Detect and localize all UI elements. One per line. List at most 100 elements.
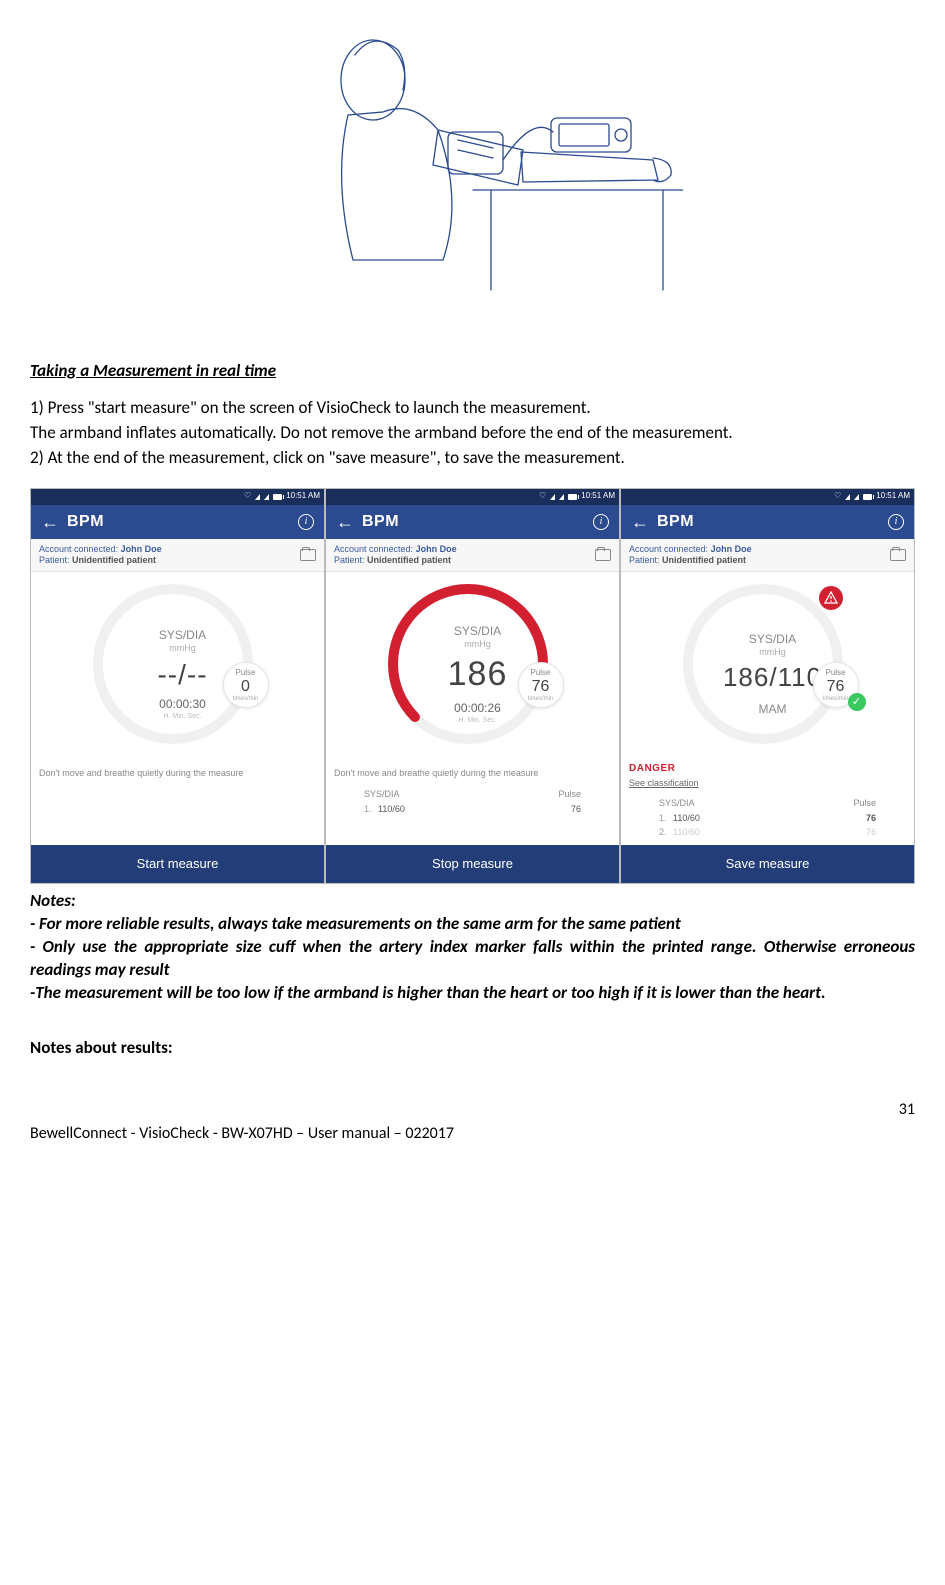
mmhg-label: mmHg xyxy=(169,642,196,654)
danger-label: DANGER xyxy=(629,762,906,776)
screenshot-stop: ♡ 10:51 AM ← BPM i Account connected: Jo… xyxy=(325,488,620,884)
status-bar: ♡ 10:51 AM xyxy=(31,489,324,505)
note-2: - Only use the appropriate size cuff whe… xyxy=(30,936,915,982)
timer-value: 00:00:26 xyxy=(454,700,501,716)
history-list: SYS/DIA Pulse 1. 110/60 76 2. 110/60 76 xyxy=(629,797,906,839)
history-value: 110/60 xyxy=(673,812,846,824)
pulse-value: 76 xyxy=(532,679,550,695)
save-measure-button[interactable]: Save measure xyxy=(621,845,914,883)
pulse-unit: times/min xyxy=(823,695,849,703)
signal-icon xyxy=(550,494,555,500)
pulse-badge: Pulse 76 times/min xyxy=(518,662,564,708)
info-icon[interactable]: i xyxy=(593,514,609,530)
gauge: SYS/DIA mmHg 186 00:00:26 H. Min. Sec. P… xyxy=(388,584,558,754)
patient-label: Patient: xyxy=(39,555,70,565)
pulse-label: Pulse xyxy=(530,668,550,679)
stop-measure-button[interactable]: Stop measure xyxy=(326,845,619,883)
folder-icon[interactable] xyxy=(890,549,906,561)
info-icon[interactable]: i xyxy=(888,514,904,530)
pulse-unit: times/min xyxy=(528,695,554,703)
patient-name: Unidentified patient xyxy=(72,555,156,565)
history-sysdia-header: SYS/DIA xyxy=(659,797,695,809)
gauge: SYS/DIA mmHg 186/110 MAM Pulse 76 times/… xyxy=(683,584,853,754)
arm-measurement-illustration xyxy=(263,20,683,330)
history-list: SYS/DIA Pulse 1. 110/60 76 xyxy=(334,788,611,816)
pulse-badge: Pulse 0 times/min xyxy=(223,662,269,708)
warning-icon xyxy=(819,586,843,610)
battery-icon xyxy=(863,494,872,500)
history-pulse: 76 xyxy=(846,826,876,838)
battery-icon xyxy=(568,494,577,500)
battery-icon xyxy=(273,494,282,500)
measure-hint: Don't move and breathe quietly during th… xyxy=(334,768,611,780)
timer-value: 00:00:30 xyxy=(159,696,206,712)
app-title: BPM xyxy=(657,511,694,533)
screenshot-row: ♡ 10:51 AM ← BPM i Account connected: Jo… xyxy=(30,488,915,884)
status-bar: ♡ 10:51 AM xyxy=(326,489,619,505)
gauge: SYS/DIA mmHg --/-- 00:00:30 H. Min. Sec.… xyxy=(93,584,263,754)
back-arrow-icon[interactable]: ← xyxy=(41,510,59,534)
account-label: Account connected: xyxy=(629,544,708,554)
history-row: 1. 110/60 76 xyxy=(629,811,906,825)
history-pulse-header: Pulse xyxy=(558,788,581,800)
instruction-step-1: 1) Press "start measure" on the screen o… xyxy=(30,397,915,420)
screenshot-start: ♡ 10:51 AM ← BPM i Account connected: Jo… xyxy=(30,488,325,884)
pulse-label: Pulse xyxy=(235,668,255,679)
reading-value: 186 xyxy=(448,652,508,698)
timer-label: H. Min. Sec. xyxy=(163,712,201,721)
patient-name: Unidentified patient xyxy=(367,555,451,565)
back-arrow-icon[interactable]: ← xyxy=(631,510,649,534)
app-header: ← BPM i xyxy=(31,505,324,539)
history-pulse: 76 xyxy=(551,803,581,815)
reading-value: 186/110 xyxy=(723,660,822,695)
app-title: BPM xyxy=(67,511,104,533)
pulse-unit: times/min xyxy=(233,695,259,703)
folder-icon[interactable] xyxy=(300,549,316,561)
signal-icon xyxy=(559,494,564,500)
info-icon[interactable]: i xyxy=(298,514,314,530)
status-bar: ♡ 10:51 AM xyxy=(621,489,914,505)
history-value: 110/60 xyxy=(378,803,551,815)
note-1: - For more reliable results, always take… xyxy=(30,913,915,936)
history-pulse: 76 xyxy=(846,812,876,824)
note-3: -The measurement will be too low if the … xyxy=(30,982,915,1005)
notes-about-results: Notes about results: xyxy=(30,1037,915,1060)
classification-link[interactable]: See classification xyxy=(629,777,906,789)
history-sysdia-header: SYS/DIA xyxy=(364,788,400,800)
signal-icon xyxy=(264,494,269,500)
timer-label: H. Min. Sec. xyxy=(458,716,496,725)
notes-heading: Notes: xyxy=(30,890,915,913)
app-header: ← BPM i xyxy=(326,505,619,539)
measure-hint: Don't move and breathe quietly during th… xyxy=(39,768,316,780)
footer-text: BewellConnect - VisioCheck - BW-X07HD – … xyxy=(30,1123,915,1145)
page-number: 31 xyxy=(30,1099,915,1121)
reading-value: --/-- xyxy=(157,656,207,694)
patient-label: Patient: xyxy=(334,555,365,565)
pulse-badge: Pulse 76 times/min ✓ xyxy=(813,662,859,708)
history-row: 1. 110/60 76 xyxy=(334,802,611,816)
pulse-value: 0 xyxy=(241,679,250,695)
signal-icon xyxy=(845,494,850,500)
check-icon: ✓ xyxy=(848,693,866,711)
section-heading: Taking a Measurement in real time xyxy=(30,360,915,383)
screenshot-save: ♡ 10:51 AM ← BPM i Account connected: Jo… xyxy=(620,488,915,884)
history-row: 2. 110/60 76 xyxy=(629,825,906,839)
app-title: BPM xyxy=(362,511,399,533)
start-measure-button[interactable]: Start measure xyxy=(31,845,324,883)
back-arrow-icon[interactable]: ← xyxy=(336,510,354,534)
instruction-step-2: 2) At the end of the measurement, click … xyxy=(30,447,915,470)
mmhg-label: mmHg xyxy=(464,638,491,650)
status-time: 10:51 AM xyxy=(286,491,320,502)
account-bar: Account connected: John Doe Patient: Uni… xyxy=(621,539,914,573)
account-label: Account connected: xyxy=(39,544,118,554)
app-header: ← BPM i xyxy=(621,505,914,539)
account-name: John Doe xyxy=(711,544,752,554)
mam-label: MAM xyxy=(759,701,787,717)
heart-icon: ♡ xyxy=(244,491,251,502)
folder-icon[interactable] xyxy=(595,549,611,561)
account-label: Account connected: xyxy=(334,544,413,554)
account-name: John Doe xyxy=(121,544,162,554)
account-bar: Account connected: John Doe Patient: Uni… xyxy=(31,539,324,573)
patient-name: Unidentified patient xyxy=(662,555,746,565)
history-value: 110/60 xyxy=(673,826,846,838)
